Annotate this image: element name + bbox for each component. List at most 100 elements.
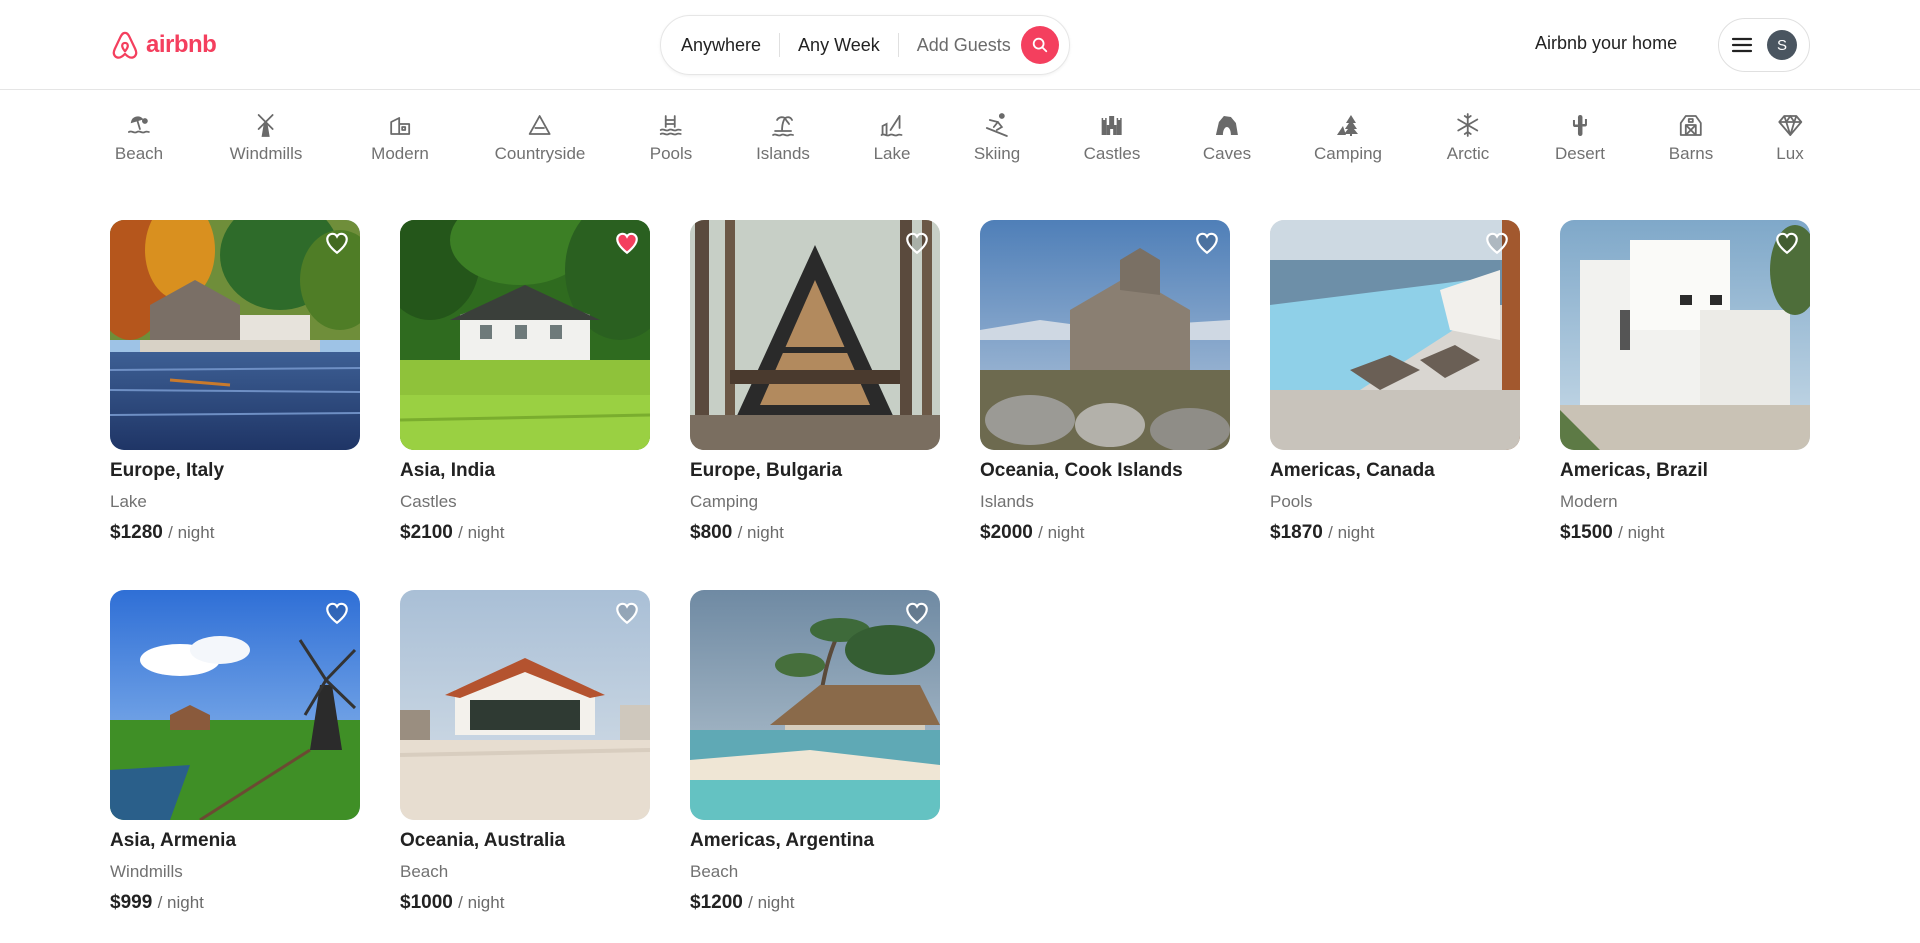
- airbnb-logo[interactable]: airbnb: [110, 28, 217, 62]
- lake-icon: [881, 115, 903, 137]
- category-label: Arctic: [1446, 144, 1490, 163]
- favorite-button[interactable]: [1774, 230, 1800, 256]
- listing-card[interactable]: Oceania, Australia Beach $1000 / night: [400, 590, 650, 914]
- category-modern[interactable]: Modern: [371, 112, 429, 164]
- category-camping[interactable]: Camping: [1314, 112, 1382, 164]
- listing-photo[interactable]: [1560, 220, 1810, 450]
- category-barns[interactable]: Barns: [1669, 112, 1713, 164]
- search-button[interactable]: [1020, 26, 1059, 64]
- listing-photo[interactable]: [690, 220, 940, 450]
- listing-photo[interactable]: [400, 220, 650, 450]
- category-bar: Beach Windmills Modern Countryside Pools…: [110, 112, 1810, 172]
- listing-card[interactable]: Americas, Canada Pools $1870 / night: [1270, 220, 1520, 544]
- favorite-button[interactable]: [904, 230, 930, 256]
- category-lux[interactable]: Lux: [1776, 112, 1804, 164]
- listing-image-beach-house: [400, 590, 650, 820]
- heart-outline-icon: [906, 602, 928, 625]
- listing-price: $1000 / night: [400, 892, 650, 914]
- top-navbar: airbnb Anywhere Any Week Add Guests Airb…: [0, 0, 1920, 90]
- category-label: Barns: [1668, 144, 1714, 163]
- snowflake-icon: [1457, 113, 1479, 137]
- category-castles[interactable]: Castles: [1083, 112, 1141, 164]
- favorite-button[interactable]: [324, 230, 350, 256]
- listing-location: Europe, Italy: [110, 460, 225, 481]
- price-amount: $1200: [690, 892, 743, 913]
- listing-photo[interactable]: [400, 590, 650, 820]
- favorite-button[interactable]: [324, 600, 350, 626]
- category-beach[interactable]: Beach: [115, 112, 163, 164]
- listing-price: $2100 / night: [400, 522, 650, 544]
- category-label: Lake: [873, 144, 911, 163]
- favorite-button[interactable]: [904, 600, 930, 626]
- heart-outline-icon: [326, 232, 348, 255]
- price-amount: $800: [690, 522, 733, 543]
- listing-photo[interactable]: [690, 590, 940, 820]
- category-pools[interactable]: Pools: [649, 112, 693, 164]
- category-label: Islands: [756, 144, 810, 163]
- favorite-button[interactable]: [614, 600, 640, 626]
- price-unit: / night: [737, 523, 784, 542]
- listing-card[interactable]: Europe, Bulgaria Camping $800 / night: [690, 220, 940, 544]
- listing-card[interactable]: Asia, India Castles $2100 / night: [400, 220, 650, 544]
- category-label: Pools: [649, 144, 693, 163]
- search-dates[interactable]: Any Week: [780, 35, 898, 56]
- category-label: Castles: [1083, 144, 1141, 163]
- listing-photo[interactable]: [110, 590, 360, 820]
- price-unit: / night: [1328, 523, 1375, 542]
- price-amount: $2000: [980, 522, 1033, 543]
- listing-image-pool-terrace: [1270, 220, 1520, 450]
- listing-image-stone-church: [980, 220, 1230, 450]
- heart-outline-icon: [1486, 232, 1508, 255]
- category-label: Countryside: [494, 144, 586, 163]
- listing-card[interactable]: Americas, Brazil Modern $1500 / night: [1560, 220, 1810, 544]
- category-arctic[interactable]: Arctic: [1446, 112, 1490, 164]
- favorite-button[interactable]: [1194, 230, 1220, 256]
- listing-category: Islands: [980, 492, 1034, 511]
- category-caves[interactable]: Caves: [1203, 112, 1251, 164]
- search-guests[interactable]: Add Guests: [899, 35, 1021, 56]
- favorite-button[interactable]: [1484, 230, 1510, 256]
- listing-price: $999 / night: [110, 892, 360, 914]
- price-unit: / night: [157, 893, 204, 912]
- listing-photo[interactable]: [1270, 220, 1520, 450]
- listing-photo[interactable]: [110, 220, 360, 450]
- category-label: Windmills: [229, 144, 303, 163]
- listing-photo[interactable]: [980, 220, 1230, 450]
- beach-icon: [128, 116, 150, 134]
- category-islands[interactable]: Islands: [756, 112, 810, 164]
- listing-category: Beach: [400, 862, 449, 881]
- category-countryside[interactable]: Countryside: [494, 112, 586, 164]
- airbnb-logo-icon: [112, 31, 138, 59]
- listing-card[interactable]: Asia, Armenia Windmills $999 / night: [110, 590, 360, 914]
- category-label: Caves: [1202, 144, 1252, 163]
- listing-category: Lake: [110, 492, 147, 511]
- airbnb-your-home-link[interactable]: Airbnb your home: [1535, 33, 1677, 54]
- category-label: Modern: [371, 144, 429, 163]
- user-menu-button[interactable]: S: [1718, 18, 1810, 72]
- listing-category: Beach: [690, 862, 739, 881]
- category-desert[interactable]: Desert: [1555, 112, 1605, 164]
- category-label: Lux: [1776, 144, 1804, 163]
- category-skiing[interactable]: Skiing: [974, 112, 1020, 164]
- price-unit: / night: [458, 523, 505, 542]
- listing-price: $1870 / night: [1270, 522, 1520, 544]
- island-icon: [772, 116, 794, 137]
- listing-card[interactable]: Oceania, Cook Islands Islands $2000 / ni…: [980, 220, 1230, 544]
- search-bar[interactable]: Anywhere Any Week Add Guests: [660, 15, 1070, 75]
- listing-card[interactable]: Americas, Argentina Beach $1200 / night: [690, 590, 940, 914]
- logo-text: airbnb: [146, 31, 217, 58]
- listing-price: $800 / night: [690, 522, 940, 544]
- price-amount: $2100: [400, 522, 453, 543]
- listing-location: Europe, Bulgaria: [690, 460, 843, 481]
- price-amount: $1280: [110, 522, 163, 543]
- heart-outline-icon: [1196, 232, 1218, 255]
- listing-card[interactable]: Europe, Italy Lake $1280 / night: [110, 220, 360, 544]
- hamburger-menu-icon: [1731, 37, 1753, 53]
- favorite-button[interactable]: [614, 230, 640, 256]
- category-windmills[interactable]: Windmills: [229, 112, 303, 164]
- heart-filled-icon: [616, 232, 638, 255]
- search-icon: [1032, 37, 1048, 53]
- listing-location: Asia, Armenia: [110, 830, 237, 851]
- search-location[interactable]: Anywhere: [661, 35, 779, 56]
- category-lake[interactable]: Lake: [873, 112, 911, 164]
